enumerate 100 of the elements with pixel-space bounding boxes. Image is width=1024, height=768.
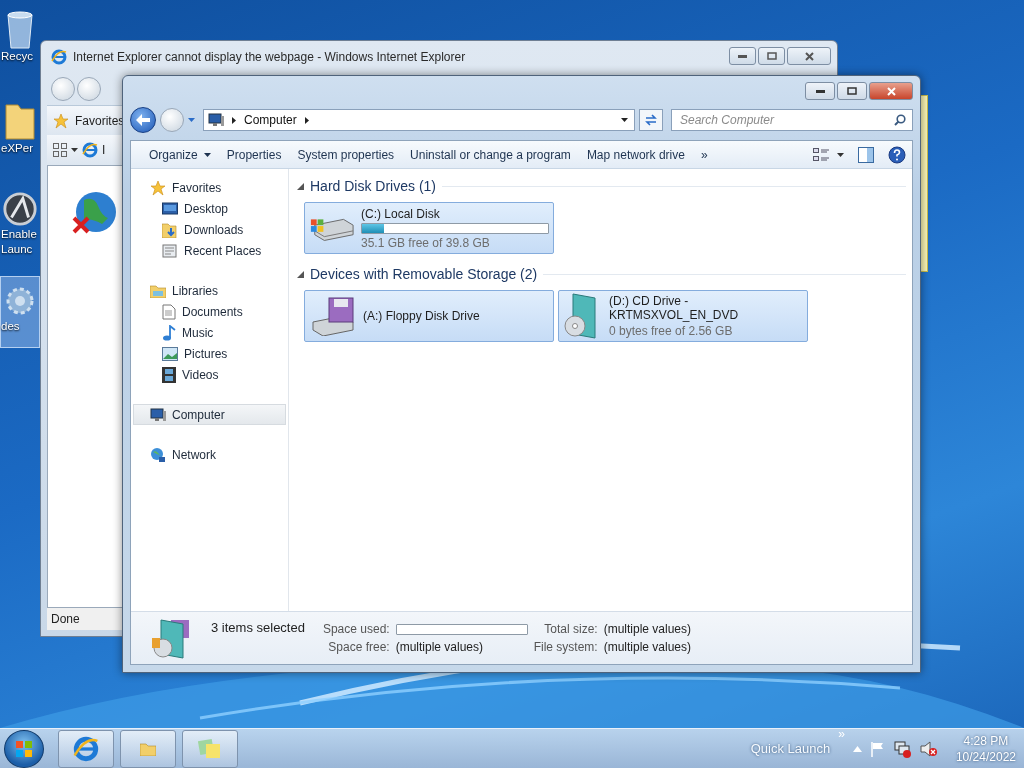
maximize-icon xyxy=(847,87,857,95)
nav-item[interactable]: Computer xyxy=(133,404,286,425)
toolbar-button[interactable]: Uninstall or change a program xyxy=(402,142,579,167)
nav-item[interactable]: Downloads xyxy=(133,219,286,240)
desktop-icon xyxy=(162,201,178,216)
status-text: Done xyxy=(51,612,80,626)
library-folder-icon xyxy=(150,283,166,298)
shortcut-label: des xyxy=(0,319,21,334)
minimize-button[interactable] xyxy=(805,82,835,100)
property-label: Space used: xyxy=(322,622,390,636)
property-value: (multiple values) xyxy=(603,622,692,636)
caret-icon xyxy=(621,118,628,122)
downloads-folder-icon xyxy=(162,221,178,238)
window-title: Internet Explorer cannot display the webpage - Windows Internet Explorer xyxy=(73,50,467,64)
close-button[interactable] xyxy=(787,47,831,65)
maximize-button[interactable] xyxy=(837,82,867,100)
sticky-notes-icon xyxy=(198,737,222,760)
breadcrumb[interactable]: Computer xyxy=(244,113,297,127)
close-icon xyxy=(804,51,814,61)
start-button[interactable] xyxy=(4,729,44,768)
drive-tile[interactable]: (A:) Floppy Disk Drive xyxy=(304,290,554,342)
shortcut-label: eXPer xyxy=(0,141,34,156)
shortcut-label: Recyc xyxy=(0,49,34,64)
close-button[interactable] xyxy=(869,82,913,100)
monitor-icon xyxy=(150,407,166,422)
minimize-button[interactable] xyxy=(729,47,756,65)
selection-summary: 3 items selected xyxy=(211,620,305,635)
muted-speaker-icon[interactable] xyxy=(919,739,938,758)
music-note-icon xyxy=(162,324,176,341)
maximize-icon xyxy=(766,52,777,60)
property-value: (multiple values) xyxy=(395,640,485,654)
drive-tile[interactable]: (D:) CD Drive - KRTMSXVOL_EN_DVD 0 bytes free of 2.56 GB xyxy=(558,290,808,342)
back-button[interactable] xyxy=(130,107,156,133)
recycle-bin-icon xyxy=(5,11,35,49)
view-options-icon[interactable] xyxy=(813,147,829,162)
nav-item[interactable]: Pictures xyxy=(133,343,286,364)
nav-item[interactable]: Network xyxy=(133,444,286,465)
group-heading: Devices with Removable Storage (2) xyxy=(310,266,538,282)
toolbar-button[interactable]: System properties xyxy=(289,142,403,167)
close-icon xyxy=(886,86,896,96)
preview-pane-icon[interactable] xyxy=(858,146,874,163)
drive-tile[interactable]: (C:) Local Disk 35.1 GB free of 39.8 GB xyxy=(304,202,554,254)
toolbar-button[interactable]: Map network drive xyxy=(578,142,693,167)
drive-name: (C:) Local Disk xyxy=(361,206,441,221)
network-globe-icon xyxy=(150,446,166,463)
nav-item[interactable]: Documents xyxy=(133,301,286,322)
property-label: File system: xyxy=(533,640,598,654)
quick-tabs-icon[interactable] xyxy=(53,143,67,157)
star-icon xyxy=(150,179,166,196)
property-value: (multiple values) xyxy=(603,640,692,654)
floppy-drive-icon xyxy=(309,296,357,336)
search-field[interactable]: Search Computer xyxy=(671,109,913,131)
minimize-icon xyxy=(738,54,747,58)
desktop-shortcut[interactable]: Recyc xyxy=(0,6,40,78)
back-arrow-icon xyxy=(136,114,150,126)
caret-icon xyxy=(837,152,844,157)
refresh-button[interactable] xyxy=(639,109,663,131)
picture-frame-icon xyxy=(162,346,178,361)
toolbar-button[interactable]: Organize xyxy=(141,142,219,167)
windows-flag-icon xyxy=(15,739,33,758)
minimize-icon xyxy=(815,89,825,93)
maximize-button[interactable] xyxy=(758,47,785,65)
nav-item[interactable]: Desktop xyxy=(133,198,286,219)
drive-space: 0 bytes free of 2.56 GB xyxy=(609,324,734,338)
caret-icon xyxy=(188,118,195,122)
collapse-icon[interactable] xyxy=(297,270,304,278)
toolbar-button[interactable]: Properties xyxy=(218,142,290,167)
favorites-button[interactable]: Favorites xyxy=(75,113,125,128)
property-label: Total size: xyxy=(543,622,598,636)
launcher-ring-icon xyxy=(1,191,39,227)
desktop-shortcut[interactable]: eXPer xyxy=(0,96,40,168)
nav-item[interactable]: Favorites xyxy=(133,177,286,198)
caret-icon xyxy=(71,148,78,152)
taskbar-button[interactable] xyxy=(58,729,114,768)
nav-item[interactable]: Libraries xyxy=(133,280,286,301)
address-bar[interactable]: Computer xyxy=(203,109,635,131)
film-strip-icon xyxy=(162,366,176,383)
collapse-icon[interactable] xyxy=(297,182,304,190)
breadcrumb-arrow-icon xyxy=(232,116,236,124)
caret-icon xyxy=(203,152,211,157)
group-heading: Hard Disk Drives (1) xyxy=(310,178,436,194)
internet-explorer-icon xyxy=(82,142,98,158)
nav-item[interactable]: Recent Places xyxy=(133,240,286,261)
folder-icon xyxy=(140,741,156,756)
shortcut-label: Enable Launc xyxy=(0,227,38,257)
desktop-shortcut[interactable]: Enable Launc xyxy=(0,186,40,258)
search-icon[interactable] xyxy=(894,114,906,126)
help-icon[interactable] xyxy=(888,145,906,164)
taskbar-button[interactable] xyxy=(182,729,238,768)
nav-item[interactable]: Videos xyxy=(133,364,286,385)
nav-item[interactable]: Music xyxy=(133,322,286,343)
taskbar-button[interactable] xyxy=(120,729,176,768)
drive-space: 35.1 GB free of 39.8 GB xyxy=(361,235,491,250)
monitor-icon xyxy=(208,113,224,127)
network-error-icon[interactable] xyxy=(893,739,912,758)
breadcrumb-arrow-icon xyxy=(304,116,309,124)
browser-tab[interactable]: I xyxy=(102,143,106,157)
property-label: Space free: xyxy=(327,640,390,654)
toolbar-label: Quick Launch xyxy=(750,741,831,756)
more-commands-button[interactable]: » xyxy=(692,142,716,167)
